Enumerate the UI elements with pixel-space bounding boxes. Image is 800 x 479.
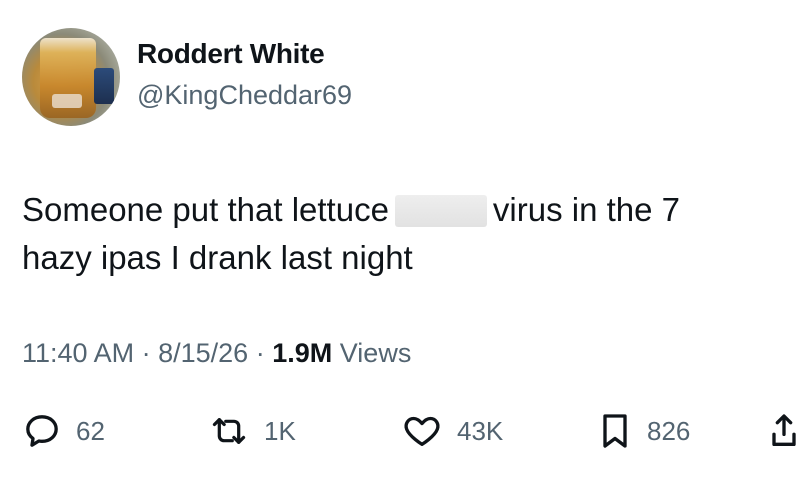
redacted-word (394, 195, 487, 227)
views-count: 1.9M (272, 338, 333, 368)
tweet-text-part: virus in the 7 (492, 191, 681, 228)
share-icon (770, 411, 798, 451)
repost-icon (208, 411, 250, 451)
reply-count: 62 (76, 415, 105, 446)
bookmark-count: 826 (647, 415, 691, 446)
repost-count: 1K (264, 415, 296, 446)
author-handle[interactable]: @KingCheddar69 (137, 80, 352, 111)
tweet-text-part: Someone put that lettuce (22, 191, 389, 228)
repost-button[interactable]: 1K (208, 408, 296, 454)
action-bar: 62 1K 43K 826 (0, 408, 800, 458)
tweet-time[interactable]: 11:40 AM (22, 338, 134, 368)
avatar[interactable] (22, 28, 120, 126)
avatar-glass-label (52, 94, 82, 108)
views-label: Views (339, 338, 412, 368)
like-count: 43K (457, 415, 504, 446)
meta-separator: · (255, 338, 265, 368)
reply-button[interactable]: 62 (22, 408, 105, 454)
like-button[interactable]: 43K (401, 408, 503, 454)
author-name[interactable]: Roddert White (137, 38, 325, 70)
share-button[interactable] (770, 408, 798, 454)
avatar-can (94, 68, 114, 104)
like-icon (401, 411, 443, 451)
reply-icon (22, 411, 62, 451)
tweet-date[interactable]: 8/15/26 (158, 338, 248, 368)
tweet-text: Someone put that lettuce virus in the 7 h… (22, 186, 782, 282)
bookmark-icon (597, 411, 633, 451)
tweet-meta: 11:40 AM · 8/15/26 · 1.9M Views (22, 338, 411, 369)
meta-separator: · (141, 338, 151, 368)
tweet-text-part: hazy ipas I drank last night (22, 239, 413, 276)
bookmark-button[interactable]: 826 (597, 408, 690, 454)
